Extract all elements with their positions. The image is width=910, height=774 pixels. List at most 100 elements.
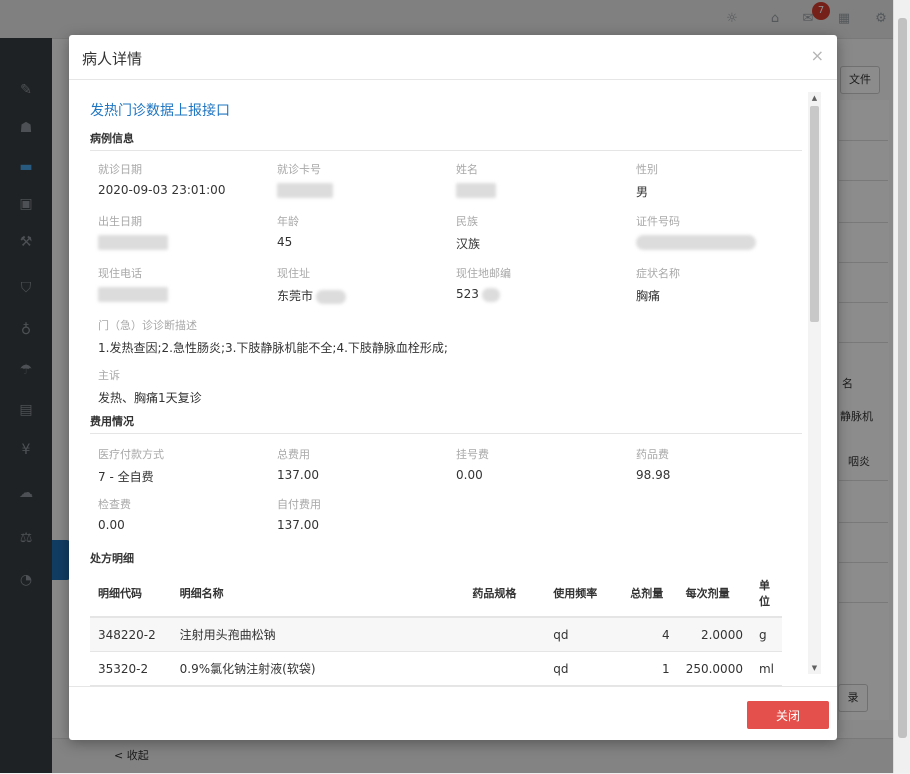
field-value: 137.00 — [277, 518, 319, 532]
field-label: 现住地邮编 — [456, 267, 511, 280]
field-value: 东莞市 — [277, 287, 347, 304]
field-value: 1.发热查因;2.急性肠炎;3.下肢静脉机能不全;4.下肢静脉血栓形成; — [98, 341, 448, 355]
field-value-redacted — [277, 183, 333, 199]
field-label: 门（急）诊诊断描述 — [98, 319, 197, 332]
cell-each-dose: 250.0000 — [677, 651, 751, 686]
cell-frequency: qd — [545, 651, 623, 686]
page-scrollbar-thumb[interactable] — [898, 18, 907, 738]
modal-body: 发热门诊数据上报接口 病例信息 就诊日期 2020-09-03 23:01:00… — [69, 80, 837, 686]
redacted-value — [316, 289, 347, 304]
modal-header: 病人详情 × — [69, 35, 837, 80]
field-gender: 性别 男 — [636, 161, 658, 199]
cell-spec — [464, 651, 546, 686]
field-label: 检查费 — [98, 498, 131, 511]
section-title-prescription: 处方明细 — [90, 552, 134, 565]
close-button[interactable]: 关闭 — [747, 701, 829, 729]
field-phone: 现住电话 — [98, 265, 168, 303]
table-row[interactable]: 348220-2 注射用头孢曲松钠 qd 4 2.0000 g — [90, 617, 782, 652]
field-label: 症状名称 — [636, 267, 680, 280]
field-value: 523 — [456, 287, 511, 303]
postcode-prefix: 523 — [456, 287, 479, 301]
modal-body-scrollbar[interactable]: ▲ ▼ — [808, 92, 821, 674]
redacted-value — [98, 235, 168, 250]
section-title-fees: 费用情况 — [90, 413, 802, 434]
field-id-number: 证件号码 — [636, 213, 756, 251]
field-value: 0.00 — [456, 468, 483, 482]
field-label: 主诉 — [98, 369, 120, 382]
field-label: 挂号费 — [456, 448, 489, 461]
field-value-redacted — [98, 235, 168, 251]
field-label: 就诊日期 — [98, 163, 142, 176]
field-drug-fee: 药品费 98.98 — [636, 446, 670, 484]
field-value: 汉族 — [456, 237, 481, 251]
case-info-grid: 就诊日期 2020-09-03 23:01:00 就诊卡号 姓名 性别 男 出生… — [90, 151, 802, 407]
fees-grid: 医疗付款方式 7 - 全自费 总费用 137.00 挂号费 0.00 药品费 9… — [90, 434, 802, 546]
redacted-value — [481, 287, 500, 302]
field-label: 姓名 — [456, 163, 478, 176]
field-label: 药品费 — [636, 448, 669, 461]
field-card-no: 就诊卡号 — [277, 161, 333, 199]
field-value: 发热、胸痛1天复诊 — [98, 391, 202, 405]
field-value-redacted — [98, 287, 168, 303]
section-title-case-info: 病例信息 — [90, 130, 802, 151]
column-header-frequency: 使用频率 — [545, 570, 623, 618]
field-visit-date: 就诊日期 2020-09-03 23:01:00 — [98, 161, 225, 199]
field-value: 98.98 — [636, 468, 671, 482]
field-label: 就诊卡号 — [277, 163, 321, 176]
column-header-unit: 单位 — [750, 570, 782, 618]
cell-name: 0.9%氯化钠注射液(软袋) — [171, 651, 465, 686]
field-value: 7 - 全自费 — [98, 470, 154, 484]
field-name: 姓名 — [456, 161, 496, 199]
modal-title: 病人详情 — [82, 50, 143, 68]
scroll-down-arrow-icon[interactable]: ▼ — [808, 662, 821, 674]
redacted-value — [98, 287, 168, 302]
modal-scrollbar-thumb[interactable] — [810, 106, 819, 322]
field-value: 137.00 — [277, 468, 319, 482]
field-label: 证件号码 — [636, 215, 680, 228]
cell-code: 348220-2 — [90, 617, 172, 652]
field-value: 2020-09-03 23:01:00 — [98, 183, 226, 197]
modal-footer: 关闭 — [69, 686, 837, 740]
field-birth-date: 出生日期 — [98, 213, 168, 251]
field-label: 性别 — [636, 163, 658, 176]
patient-detail-modal: 病人详情 × 发热门诊数据上报接口 病例信息 就诊日期 2020-09-03 2… — [69, 35, 837, 740]
field-value: 男 — [636, 185, 649, 199]
report-content: 发热门诊数据上报接口 病例信息 就诊日期 2020-09-03 23:01:00… — [90, 100, 802, 686]
cell-unit: ml — [750, 651, 782, 686]
redacted-value — [636, 235, 756, 250]
field-value-redacted — [636, 235, 756, 251]
cell-code: 35320-2 — [90, 651, 172, 686]
column-header-name: 明细名称 — [171, 570, 465, 618]
table-header-row: 明细代码 明细名称 药品规格 使用频率 总剂量 每次剂量 单位 — [90, 570, 782, 618]
page-scrollbar[interactable] — [893, 0, 910, 773]
column-header-each-dose: 每次剂量 — [677, 570, 751, 618]
prescription-table: 明细代码 明细名称 药品规格 使用频率 总剂量 每次剂量 单位 348220-2… — [90, 570, 782, 686]
field-exam-fee: 检查费 0.00 — [98, 496, 131, 534]
field-address: 现住址 东莞市 — [277, 265, 347, 304]
redacted-value — [277, 183, 333, 198]
field-label: 总费用 — [277, 448, 310, 461]
cell-name: 注射用头孢曲松钠 — [171, 617, 465, 652]
field-age: 年龄 45 — [277, 213, 299, 251]
address-city: 东莞市 — [277, 289, 314, 303]
field-value: 0.00 — [98, 518, 125, 532]
field-value-redacted — [456, 183, 496, 199]
field-complaint: 主诉 发热、胸痛1天复诊 — [98, 367, 778, 405]
field-total-fee: 总费用 137.00 — [277, 446, 319, 484]
field-label: 医疗付款方式 — [98, 448, 164, 461]
field-value: 45 — [277, 235, 293, 249]
cell-total-dose: 1 — [622, 651, 678, 686]
field-registration-fee: 挂号费 0.00 — [456, 446, 489, 484]
cell-total-dose: 4 — [622, 617, 678, 652]
scroll-up-arrow-icon[interactable]: ▲ — [808, 92, 821, 104]
field-label: 现住电话 — [98, 267, 142, 280]
field-diagnosis: 门（急）诊诊断描述 1.发热查因;2.急性肠炎;3.下肢静脉机能不全;4.下肢静… — [98, 317, 778, 355]
column-header-spec: 药品规格 — [464, 570, 546, 618]
field-label: 现住址 — [277, 267, 310, 280]
close-icon[interactable]: × — [811, 46, 824, 65]
field-postcode: 现住地邮编 523 — [456, 265, 511, 303]
table-row[interactable]: 35320-2 0.9%氯化钠注射液(软袋) qd 1 250.0000 ml — [90, 651, 782, 686]
redacted-value — [456, 183, 496, 198]
field-symptom: 症状名称 胸痛 — [636, 265, 680, 303]
field-label: 年龄 — [277, 215, 299, 228]
